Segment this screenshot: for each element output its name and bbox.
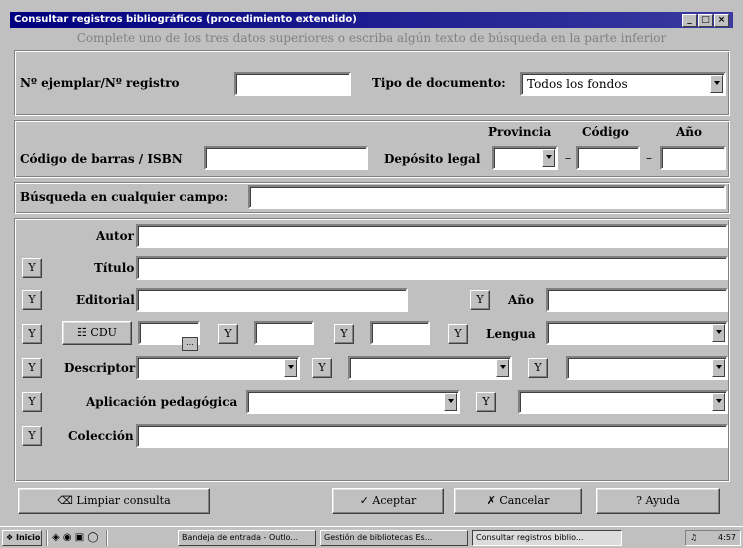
- taskbar-item-label: Consultar registros biblio...: [476, 533, 584, 542]
- taskbar-item-gestion[interactable]: Gestión de bibliotecas Es...: [320, 530, 468, 546]
- y-operator-button[interactable]: Y: [476, 392, 496, 412]
- tipo-documento-value: Todos los fondos: [527, 77, 628, 91]
- aceptar-button[interactable]: ✓ Aceptar: [332, 488, 444, 514]
- taskbar-item-label: Bandeja de entrada - Outlo...: [182, 533, 299, 542]
- ayuda-label: Ayuda: [645, 494, 680, 507]
- dash-1: –: [565, 151, 571, 165]
- close-button[interactable]: ×: [714, 14, 729, 27]
- codigo-input[interactable]: [576, 146, 640, 170]
- minimize-button[interactable]: _: [682, 14, 697, 27]
- taskbar-separator: [106, 530, 108, 546]
- y-operator-button[interactable]: Y: [22, 324, 42, 344]
- chevron-down-icon[interactable]: [712, 393, 725, 411]
- cdu-input-3[interactable]: [370, 321, 430, 345]
- coleccion-label: Colección: [68, 429, 134, 443]
- y-operator-button[interactable]: Y: [22, 392, 42, 412]
- tipo-documento-select[interactable]: Todos los fondos: [520, 72, 726, 96]
- taskbar-item-outlook[interactable]: Bandeja de entrada - Outlo...: [178, 530, 316, 546]
- cancelar-label: Cancelar: [499, 494, 550, 507]
- chevron-down-icon[interactable]: [444, 393, 457, 411]
- y-operator-button[interactable]: Y: [22, 290, 42, 310]
- editorial-label: Editorial: [76, 293, 135, 307]
- system-tray: ♫ 4:57: [685, 530, 741, 546]
- anio-header: Año: [676, 125, 703, 139]
- limpiar-label: Limpiar consulta: [76, 494, 171, 507]
- lengua-select[interactable]: [546, 321, 728, 345]
- start-label: Inicio: [15, 533, 41, 542]
- cancelar-button[interactable]: ✗ Cancelar: [454, 488, 582, 514]
- descriptor-label: Descriptor: [64, 361, 136, 375]
- y-operator-button[interactable]: Y: [22, 358, 42, 378]
- speaker-icon[interactable]: ♫: [690, 531, 697, 545]
- anio-input[interactable]: [546, 288, 728, 312]
- editorial-input[interactable]: [136, 288, 408, 312]
- barras-label: Código de barras / ISBN: [20, 152, 183, 166]
- taskbar: ❖ Inicio ◈ ◉ ▣ ◯ Bandeja de entrada - Ou…: [0, 526, 743, 548]
- instructions-hint: Complete uno de los tres datos superiore…: [76, 31, 667, 45]
- tree-icon: ☷: [77, 326, 87, 339]
- y-operator-button[interactable]: Y: [448, 324, 468, 344]
- y-operator-button[interactable]: Y: [470, 290, 490, 310]
- tipo-documento-label: Tipo de documento:: [372, 76, 506, 90]
- taskbar-item-consultar[interactable]: Consultar registros biblio...: [472, 530, 622, 546]
- y-operator-button[interactable]: Y: [528, 358, 548, 378]
- chevron-down-icon[interactable]: [542, 149, 555, 167]
- x-icon: ✗: [486, 494, 496, 507]
- quicklaunch-icons[interactable]: ◈ ◉ ▣ ◯: [52, 532, 99, 543]
- maximize-button[interactable]: □: [698, 14, 713, 27]
- y-operator-button[interactable]: Y: [334, 324, 354, 344]
- aplicacion-label: Aplicación pedagógica: [86, 395, 238, 409]
- start-button[interactable]: ❖ Inicio: [2, 530, 42, 546]
- dash-2: –: [646, 151, 652, 165]
- anio-label: Año: [508, 293, 535, 307]
- clock: 4:57: [718, 533, 736, 542]
- checkmark-icon: ✓: [359, 494, 369, 507]
- cdu-button[interactable]: ☷ CDU: [62, 321, 132, 345]
- provincia-header: Provincia: [488, 125, 552, 139]
- eraser-icon: ⌫: [57, 494, 73, 507]
- taskbar-separator: [46, 530, 48, 546]
- titulo-input[interactable]: [136, 256, 728, 280]
- ejemplar-input[interactable]: [234, 72, 351, 96]
- cdu-input-2[interactable]: [254, 321, 314, 345]
- autor-label: Autor: [96, 229, 134, 243]
- aceptar-label: Aceptar: [372, 494, 417, 507]
- y-operator-button[interactable]: Y: [22, 258, 42, 278]
- ayuda-button[interactable]: ? Ayuda: [596, 488, 720, 514]
- titulo-label: Título: [94, 261, 135, 275]
- autor-input[interactable]: [136, 224, 728, 248]
- y-operator-button[interactable]: Y: [22, 426, 42, 446]
- chevron-down-icon[interactable]: [284, 359, 297, 377]
- anio-deposito-input[interactable]: [660, 146, 726, 170]
- descriptor-select-1[interactable]: [136, 356, 300, 380]
- aplicacion-select-1[interactable]: [246, 390, 460, 414]
- coleccion-input[interactable]: [136, 424, 728, 448]
- cdu-input-1[interactable]: …: [138, 321, 200, 351]
- busqueda-input[interactable]: [248, 185, 726, 209]
- ejemplar-label: Nº ejemplar/Nº registro: [20, 76, 180, 90]
- help-icon: ?: [636, 494, 642, 507]
- provincia-select[interactable]: [492, 146, 558, 170]
- windows-logo-icon: ❖: [6, 533, 14, 542]
- aplicacion-select-2[interactable]: [518, 390, 728, 414]
- codigo-header: Código: [582, 125, 629, 139]
- chevron-down-icon[interactable]: [710, 75, 723, 93]
- chevron-down-icon[interactable]: [496, 359, 509, 377]
- lengua-label: Lengua: [486, 327, 536, 341]
- descriptor-select-3[interactable]: [566, 356, 728, 380]
- y-operator-button[interactable]: Y: [218, 324, 238, 344]
- cdu-button-label: CDU: [90, 326, 117, 339]
- descriptor-select-2[interactable]: [348, 356, 512, 380]
- chevron-down-icon[interactable]: [712, 359, 725, 377]
- barras-input[interactable]: [204, 146, 368, 170]
- chevron-down-icon[interactable]: [712, 324, 725, 342]
- taskbar-item-label: Gestión de bibliotecas Es...: [324, 533, 433, 542]
- lookup-icon[interactable]: …: [182, 337, 198, 351]
- window-titlebar: Consultar registros bibliográficos (proc…: [10, 12, 733, 28]
- busqueda-label: Búsqueda en cualquier campo:: [20, 190, 229, 204]
- y-operator-button[interactable]: Y: [312, 358, 332, 378]
- deposito-label: Depósito legal: [384, 152, 481, 166]
- limpiar-button[interactable]: ⌫ Limpiar consulta: [18, 488, 210, 514]
- window-title: Consultar registros bibliográficos (proc…: [14, 14, 357, 25]
